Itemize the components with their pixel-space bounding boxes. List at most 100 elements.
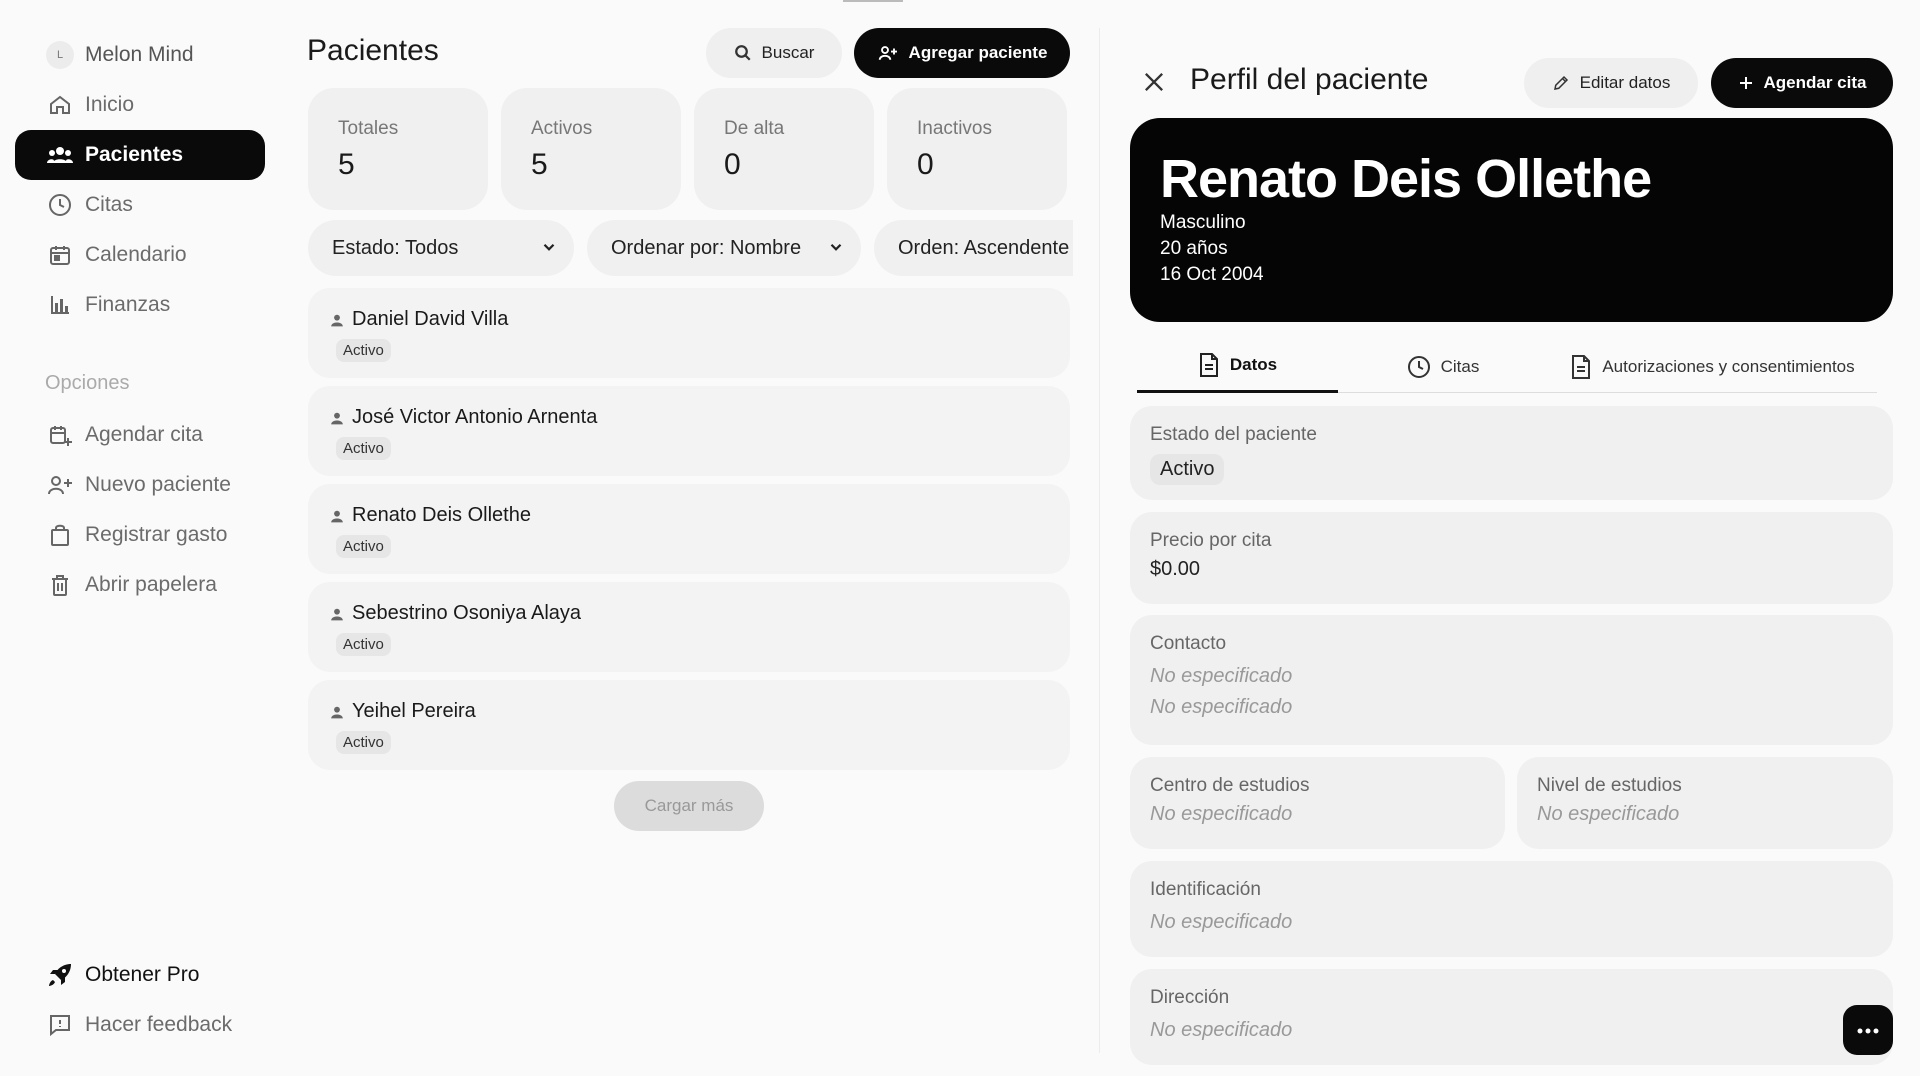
tab-label: Datos [1229,355,1278,374]
stat-totales: Totales 5 [308,88,488,210]
user-plus-icon [45,470,75,500]
tab-datos[interactable]: Datos [1137,340,1338,393]
sidebar-item-hacer-feedback[interactable]: Hacer feedback [15,1000,265,1050]
patient-row[interactable]: Renato Deis Ollethe Activo [308,484,1070,574]
sidebar-item-calendario[interactable]: Calendario [15,230,265,280]
person-icon [330,509,344,523]
stat-value: 0 [917,148,934,181]
brand-name: Melon Mind [85,43,194,66]
search-button[interactable]: Buscar [706,28,842,78]
sidebar-item-label: Pacientes [85,143,184,166]
patient-name: Renato Deis Ollethe [352,504,531,526]
edit-data-button[interactable]: Editar datos [1524,58,1698,108]
sidebar-item-label: Finanzas [85,293,171,316]
sidebar-item-inicio[interactable]: Inicio [15,80,265,130]
nivel-estudios-card: Nivel de estudios No especificado [1517,757,1893,849]
identificacion-label: Identificación [1150,879,1261,900]
sidebar-item-abrir-papelera[interactable]: Abrir papelera [15,560,265,610]
precio-value: $0.00 [1150,558,1201,580]
page-title: Pacientes [307,34,439,67]
home-icon [45,90,75,120]
patient-row[interactable]: José Victor Antonio Arnenta Activo [308,386,1070,476]
tab-autorizaciones[interactable]: Autorizaciones y consentimientos [1548,340,1877,393]
chevron-down-icon [827,238,845,262]
feedback-icon [45,1010,75,1040]
patient-name: Yeihel Pereira [352,700,476,722]
estado-card: Estado del paciente Activo [1130,406,1893,500]
profile-title: Perfil del paciente [1190,63,1429,96]
estado-label: Estado del paciente [1150,424,1317,445]
precio-label: Precio por cita [1150,530,1272,551]
stat-value: 0 [724,148,741,181]
status-filter-select[interactable]: Estado: Todos [308,220,574,276]
patient-row[interactable]: Daniel David Villa Activo [308,288,1070,378]
sidebar-item-pacientes[interactable]: Pacientes [15,130,265,180]
status-badge: Activo [336,633,391,656]
schedule-appointment-button[interactable]: Agendar cita [1711,58,1893,108]
nivel-value: No especificado [1537,803,1680,825]
status-badge: Activo [336,437,391,460]
pencil-icon [1552,74,1570,92]
calendar-icon [45,240,75,270]
stat-label: Activos [531,118,593,139]
more-options-button[interactable] [1843,1005,1893,1055]
stat-de-alta: De alta 0 [694,88,874,210]
more-dots-icon [1857,1021,1879,1039]
patient-row[interactable]: Sebestrino Osoniya Alaya Activo [308,582,1070,672]
sidebar-item-label: Obtener Pro [85,963,200,986]
person-icon [330,607,344,621]
stat-label: De alta [724,118,785,139]
close-icon[interactable] [1140,68,1168,96]
filter-bar: Estado: Todos Ordenar por: Nombre Orden:… [300,210,1073,290]
shopping-bag-icon [45,520,75,550]
stat-value: 5 [338,148,355,181]
sort-order-select[interactable]: Orden: Ascendente [874,220,1073,276]
trash-icon [45,570,75,600]
stat-value: 5 [531,148,548,181]
search-icon [734,44,752,62]
load-more-button[interactable]: Cargar más [614,781,764,831]
sidebar-item-registrar-gasto[interactable]: Registrar gasto [15,510,265,560]
patient-name: Sebestrino Osoniya Alaya [352,602,582,624]
top-indicator [843,0,903,2]
status-badge: Activo [336,339,391,362]
sort-by-select[interactable]: Ordenar por: Nombre [587,220,861,276]
direccion-value: No especificado [1150,1019,1293,1041]
sidebar-item-label: Inicio [85,93,135,116]
sort-by-value: Ordenar por: Nombre [611,236,802,259]
add-patient-button[interactable]: Agregar paciente [854,28,1070,78]
sidebar-item-agendar-cita[interactable]: Agendar cita [15,410,265,460]
tab-label: Citas [1440,356,1480,376]
rocket-icon [45,960,75,990]
brand[interactable]: L Melon Mind [15,30,265,80]
sidebar-item-finanzas[interactable]: Finanzas [15,280,265,330]
sidebar-item-label: Registrar gasto [85,523,228,546]
sidebar: L Melon Mind Inicio Pacientes Citas Cale… [0,0,280,1076]
sidebar-item-label: Hacer feedback [85,1013,233,1036]
contacto-value: No especificado [1150,696,1293,718]
contacto-card: Contacto No especificado No especificado [1130,615,1893,745]
sidebar-item-citas[interactable]: Citas [15,180,265,230]
plus-icon [1738,75,1754,91]
patient-full-name: Renato Deis Ollethe [1160,149,1652,209]
sidebar-item-label: Nuevo paciente [85,473,231,496]
panel-divider [1099,28,1100,1053]
patient-row[interactable]: Yeihel Pereira Activo [308,680,1070,770]
person-icon [330,313,344,327]
identificacion-card: Identificación No especificado [1130,861,1893,957]
patient-name: Daniel David Villa [352,308,509,330]
sort-order-value: Orden: Ascendente [898,236,1070,259]
patient-hero-card: Renato Deis Ollethe Masculino 20 años 16… [1130,118,1893,322]
sidebar-item-obtener-pro[interactable]: Obtener Pro [15,950,265,1000]
tab-citas[interactable]: Citas [1338,340,1548,393]
clock-icon [1407,355,1431,379]
patient-birthdate: 16 Oct 2004 [1160,264,1264,285]
sidebar-item-nuevo-paciente[interactable]: Nuevo paciente [15,460,265,510]
stat-activos: Activos 5 [501,88,681,210]
precio-card: Precio por cita $0.00 [1130,512,1893,604]
patient-name: José Victor Antonio Arnenta [352,406,598,428]
centro-label: Centro de estudios [1150,775,1310,796]
sidebar-item-label: Agendar cita [85,423,203,446]
person-icon [330,411,344,425]
nivel-label: Nivel de estudios [1537,775,1682,796]
